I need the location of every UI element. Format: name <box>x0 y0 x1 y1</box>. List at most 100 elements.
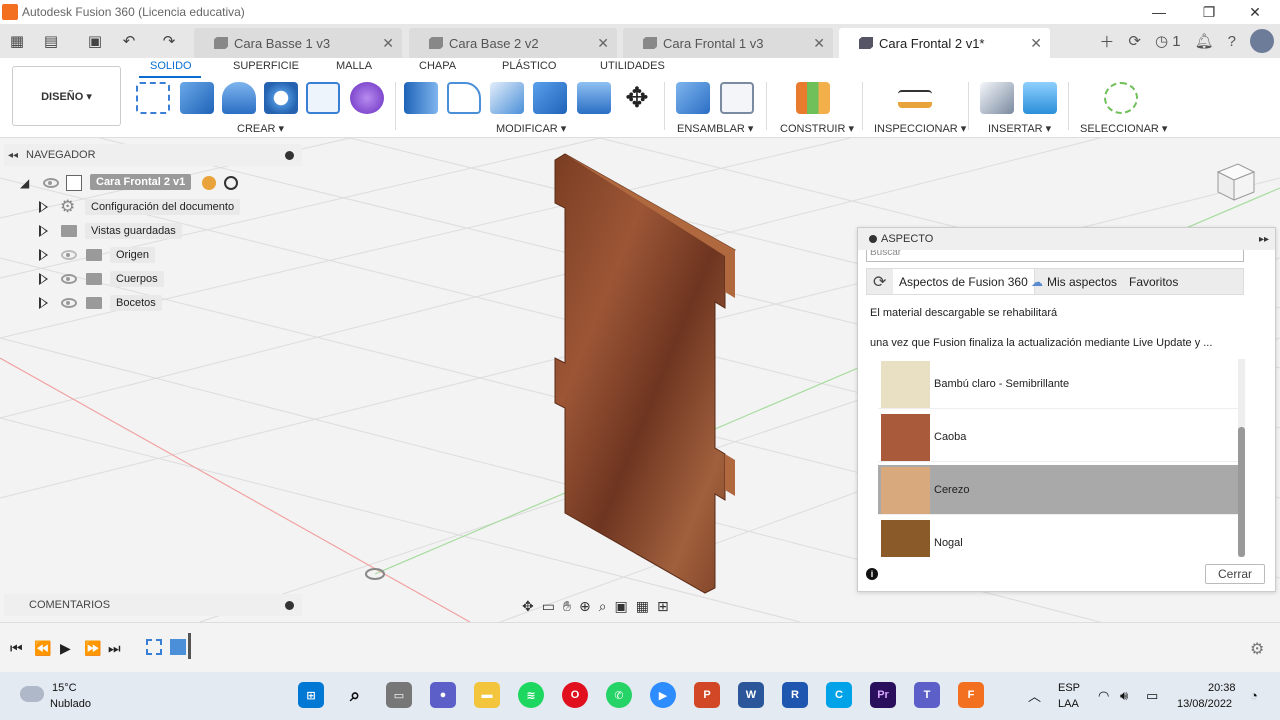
expand-right-icon[interactable] <box>39 297 48 309</box>
close-icon[interactable]: ✕ <box>1030 35 1042 52</box>
aspect-panel-header[interactable]: ASPECTO ▸▸ <box>858 228 1275 250</box>
step-forward-icon[interactable]: ⏩ <box>84 640 101 657</box>
group-inspeccionar[interactable]: INSPECCIONAR ▾ <box>874 122 966 135</box>
teams-chat-icon[interactable]: ● <box>430 682 456 708</box>
list-item[interactable]: Nogal <box>878 518 1238 557</box>
expand-right-icon[interactable] <box>39 273 48 285</box>
eye-hidden-icon[interactable] <box>61 250 77 260</box>
new-component-icon[interactable] <box>676 82 710 114</box>
hole-icon[interactable] <box>264 82 298 114</box>
insert-image-icon[interactable] <box>1023 82 1057 114</box>
tab-fusion-aspects[interactable]: Aspectos de Fusion 360 <box>893 269 1035 294</box>
word-icon[interactable]: W <box>738 682 764 708</box>
extensions-icon[interactable]: ⟳ <box>1128 32 1141 50</box>
battery-icon[interactable]: ▭ <box>1146 688 1158 704</box>
split-body-icon[interactable] <box>577 82 611 114</box>
fusion-taskbar-icon[interactable]: F <box>958 682 984 708</box>
zoom-icon[interactable]: ⊕ <box>579 598 591 615</box>
file-menu-icon[interactable]: ▤ <box>38 24 64 58</box>
avatar[interactable] <box>1250 29 1274 53</box>
expand-panel-icon[interactable]: ▸▸ <box>1259 234 1269 245</box>
nav-item-sketches[interactable]: Bocetos <box>0 292 300 314</box>
pattern-icon[interactable] <box>306 82 340 114</box>
close-button[interactable]: Cerrar <box>1205 564 1265 584</box>
redo-icon[interactable]: ↷ <box>156 24 182 58</box>
step-back-icon[interactable]: ⏪ <box>34 640 51 657</box>
info-icon[interactable]: i <box>866 568 878 580</box>
workspace-selector-button[interactable]: DISEÑO ▾ <box>12 66 121 126</box>
close-icon[interactable]: ✕ <box>382 35 394 52</box>
cloud-icon[interactable] <box>20 686 44 702</box>
insert-derive-icon[interactable] <box>980 82 1014 114</box>
pan-icon[interactable]: ✋︎ <box>563 598 571 615</box>
play-icon[interactable]: ▶ <box>60 640 71 657</box>
aspect-search-input[interactable]: Buscar <box>866 250 1244 262</box>
nav-item-origin[interactable]: Origen <box>0 244 300 266</box>
tab-plastico[interactable]: PLÁSTICO <box>502 60 556 72</box>
tab-cara-frontal-2[interactable]: Cara Frontal 2 v1* ✕ <box>839 28 1050 58</box>
expand-right-icon[interactable] <box>39 225 48 237</box>
add-comment-icon[interactable] <box>285 600 294 610</box>
help-icon[interactable]: ? <box>1228 33 1236 50</box>
group-modificar[interactable]: MODIFICAR ▾ <box>496 122 566 135</box>
new-tab-icon[interactable]: ＋ <box>1099 31 1114 52</box>
spotify-icon[interactable]: ≋ <box>518 682 544 708</box>
group-insertar[interactable]: INSERTAR ▾ <box>988 122 1051 135</box>
list-item[interactable]: Bambú claro - Semibrillante <box>878 359 1238 409</box>
nav-root-item[interactable]: ◢ Cara Frontal 2 v1 <box>0 172 300 194</box>
material-list-scrollbar[interactable] <box>1238 359 1245 557</box>
nav-item-bodies[interactable]: Cuerpos <box>0 268 300 290</box>
save-icon[interactable]: ▣ <box>82 24 108 58</box>
move-icon[interactable]: ✥ <box>620 82 654 114</box>
joint-icon[interactable] <box>720 82 754 114</box>
create-sketch-icon[interactable] <box>136 82 170 114</box>
viewcube[interactable] <box>1210 158 1258 206</box>
weather-temperature[interactable]: 15°C <box>52 682 77 694</box>
group-ensamblar[interactable]: ENSAMBLAR ▾ <box>677 122 753 135</box>
premiere-icon[interactable]: Pr <box>870 682 896 708</box>
eye-icon[interactable] <box>61 274 77 284</box>
scrollbar-thumb[interactable] <box>1238 427 1245 557</box>
minus-icon[interactable] <box>869 235 877 243</box>
tab-cara-base-2[interactable]: Cara Base 2 v2 ✕ <box>409 28 617 58</box>
search-icon[interactable]: ⌕ <box>342 682 368 708</box>
clock-date[interactable]: 13/08/2022 <box>1177 698 1232 710</box>
list-item[interactable]: Caoba <box>878 412 1238 462</box>
look-at-icon[interactable]: ▭ <box>542 598 555 615</box>
gear-icon[interactable]: ⚙ <box>1250 639 1264 659</box>
collapse-icon[interactable]: ◂◂ <box>8 150 18 161</box>
orbit-icon[interactable]: ✥ <box>522 598 534 615</box>
language-indicator[interactable]: ESP <box>1058 682 1080 694</box>
volume-icon[interactable]: 🔊︎ <box>1120 688 1128 704</box>
close-icon[interactable]: ✕ <box>597 35 609 52</box>
navigator-header[interactable]: ◂◂ NAVEGADOR <box>4 144 302 166</box>
whatsapp-icon[interactable]: ✆ <box>606 682 632 708</box>
powerpoint-icon[interactable]: P <box>694 682 720 708</box>
eye-icon[interactable] <box>43 178 59 188</box>
group-construir[interactable]: CONSTRUIR ▾ <box>780 122 854 135</box>
nav-item-saved-views[interactable]: Vistas guardadas <box>0 220 300 242</box>
windows-start-icon[interactable]: ⊞ <box>298 682 324 708</box>
tab-superficie[interactable]: SUPERFICIE <box>233 60 299 72</box>
show-hidden-icons-icon[interactable]: ︿ <box>1028 686 1041 705</box>
fit-icon[interactable]: ⌕ <box>599 598 607 615</box>
list-item[interactable]: Cerezo <box>878 465 1238 515</box>
offset-plane-icon[interactable] <box>796 82 830 114</box>
go-to-start-icon[interactable]: ⏮ <box>10 640 23 657</box>
undo-icon[interactable]: ↶ <box>116 24 142 58</box>
expand-right-icon[interactable] <box>39 249 48 261</box>
grid-menu-icon[interactable]: ▦ <box>4 24 30 58</box>
measure-icon[interactable] <box>898 90 932 108</box>
timeline-marker[interactable] <box>188 633 191 659</box>
viewports-icon[interactable]: ⊞ <box>657 598 669 615</box>
expand-down-icon[interactable]: ◢ <box>20 176 29 190</box>
teams-icon[interactable]: T <box>914 682 940 708</box>
maximize-button[interactable]: ❐ <box>1186 0 1232 24</box>
opera-icon[interactable]: O <box>562 682 588 708</box>
tab-malla[interactable]: MALLA <box>336 60 372 72</box>
tab-favorites[interactable]: Favoritos <box>1129 269 1178 294</box>
clock-time[interactable]: 20:38 <box>1208 682 1236 694</box>
close-window-button[interactable]: ✕ <box>1232 0 1278 24</box>
timeline-sketch-icon[interactable] <box>146 639 162 655</box>
notification-center-icon[interactable]: ◔ <box>1250 688 1258 703</box>
